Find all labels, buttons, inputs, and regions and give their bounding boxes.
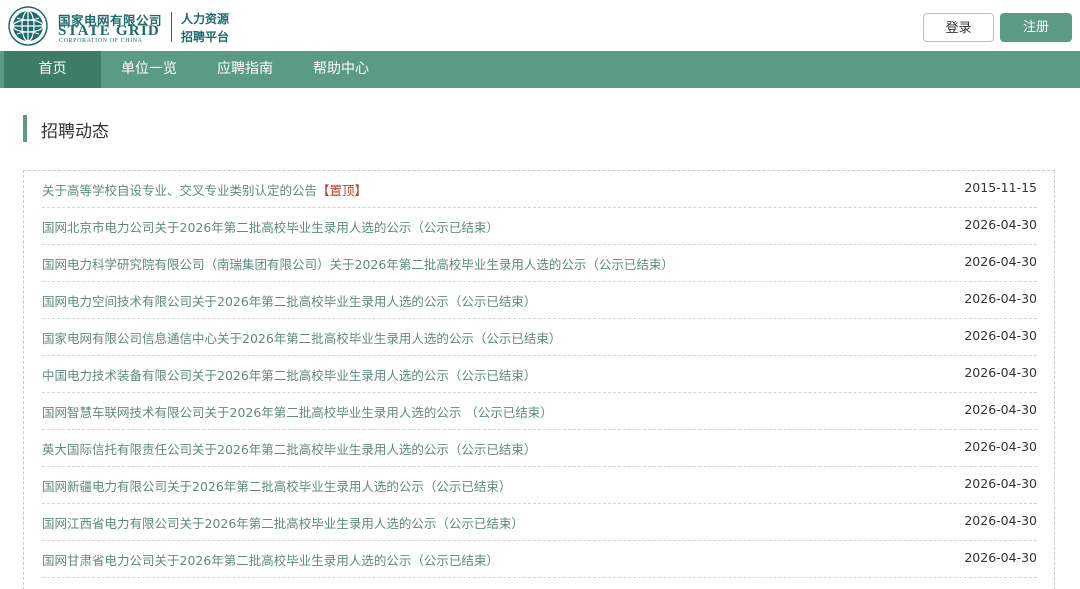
news-date: 2026-04-30: [964, 365, 1037, 380]
news-row: 中国电力技术装备有限公司关于2026年第二批高校毕业生录用人选的公示（公示已结束…: [42, 356, 1037, 393]
news-title-link[interactable]: 中国电力技术装备有限公司关于2026年第二批高校毕业生录用人选的公示（公示已结束…: [42, 365, 536, 384]
news-title-link[interactable]: 国家电网有限公司信息通信中心关于2026年第二批高校毕业生录用人选的公示（公示已…: [42, 328, 561, 347]
nav-item-home[interactable]: 首页: [4, 51, 101, 88]
news-row: 国网甘肃省电力公司关于2026年第二批高校毕业生录用人选的公示（公示已结束） 2…: [42, 541, 1037, 578]
news-date: 2026-04-30: [964, 513, 1037, 528]
platform-name-line1: 人力资源: [181, 12, 230, 26]
news-date: 2026-04-30: [964, 328, 1037, 343]
main-nav: 首页 单位一览 应聘指南 帮助中心: [0, 51, 1080, 88]
news-row: 关于高等学校自设专业、交叉专业类别认定的公告【置顶】 2015-11-15: [42, 171, 1037, 208]
news-row: 国网电力空间技术有限公司关于2026年第二批高校毕业生录用人选的公示（公示已结束…: [42, 282, 1037, 319]
news-date: 2026-04-30: [964, 402, 1037, 417]
news-list: 关于高等学校自设专业、交叉专业类别认定的公告【置顶】 2015-11-15 国网…: [23, 170, 1055, 589]
news-date: 2026-04-30: [964, 476, 1037, 491]
news-row: 国网智慧车联网技术有限公司关于2026年第二批高校毕业生录用人选的公示 （公示已…: [42, 393, 1037, 430]
news-row: 国网北京市电力公司关于2026年第二批高校毕业生录用人选的公示（公示已结束） 2…: [42, 208, 1037, 245]
register-button[interactable]: 注册: [1000, 13, 1072, 42]
news-date: 2026-04-30: [964, 439, 1037, 454]
news-row: 国家电网有限公司信息通信中心关于2026年第二批高校毕业生录用人选的公示（公示已…: [42, 319, 1037, 356]
news-row: 英大国际信托有限责任公司关于2026年第二批高校毕业生录用人选的公示（公示已结束…: [42, 430, 1037, 467]
news-date: 2026-04-30: [964, 217, 1037, 232]
nav-item-units[interactable]: 单位一览: [101, 51, 197, 88]
brand-divider: [171, 12, 172, 42]
news-title-link[interactable]: 国网电力科学研究院有限公司（南瑞集团有限公司）关于2026年第二批高校毕业生录用…: [42, 254, 674, 273]
news-title-link[interactable]: 国网北京市电力公司关于2026年第二批高校毕业生录用人选的公示（公示已结束）: [42, 217, 499, 236]
news-title-text: 关于高等学校自设专业、交叉专业类别认定的公告: [42, 183, 318, 198]
news-row: 国网江西省电力有限公司关于2026年第二批高校毕业生录用人选的公示（公示已结束）…: [42, 504, 1037, 541]
news-title-link[interactable]: 关于高等学校自设专业、交叉专业类别认定的公告【置顶】: [42, 180, 367, 199]
section-accent-bar: [23, 115, 27, 142]
company-name-en-sub: CORPORATION OF CHINA: [59, 38, 143, 44]
news-title-link[interactable]: 国网智慧车联网技术有限公司关于2026年第二批高校毕业生录用人选的公示 （公示已…: [42, 402, 553, 421]
news-row: 国网电力科学研究院有限公司（南瑞集团有限公司）关于2026年第二批高校毕业生录用…: [42, 245, 1037, 282]
pinned-tag: 【置顶】: [317, 183, 368, 198]
news-date: 2026-04-30: [964, 291, 1037, 306]
login-button[interactable]: 登录: [923, 13, 994, 42]
news-title-link[interactable]: 国网甘肃省电力公司关于2026年第二批高校毕业生录用人选的公示（公示已结束）: [42, 550, 499, 569]
news-date: 2015-11-15: [964, 180, 1037, 195]
state-grid-logo-icon: [8, 6, 48, 46]
platform-name-line2: 招聘平台: [181, 30, 230, 44]
news-title-link[interactable]: 国网新疆电力有限公司关于2026年第二批高校毕业生录用人选的公示（公示已结束）: [42, 476, 511, 495]
nav-item-help[interactable]: 帮助中心: [293, 51, 389, 88]
news-row: 国网新疆电力有限公司关于2026年第二批高校毕业生录用人选的公示（公示已结束） …: [42, 467, 1037, 504]
news-date: 2026-04-30: [964, 254, 1037, 269]
news-title-link[interactable]: 国网江西省电力有限公司关于2026年第二批高校毕业生录用人选的公示（公示已结束）: [42, 513, 524, 532]
page: 国家电网有限公司 STATE GRID CORPORATION OF CHINA…: [0, 0, 1080, 589]
header: 国家电网有限公司 STATE GRID CORPORATION OF CHINA…: [0, 0, 1080, 51]
nav-item-guide[interactable]: 应聘指南: [197, 51, 293, 88]
news-title-link[interactable]: 国网电力空间技术有限公司关于2026年第二批高校毕业生录用人选的公示（公示已结束…: [42, 291, 536, 310]
news-date: 2026-04-30: [964, 550, 1037, 565]
section-title: 招聘动态: [41, 122, 109, 142]
news-title-link[interactable]: 英大国际信托有限责任公司关于2026年第二批高校毕业生录用人选的公示（公示已结束…: [42, 439, 536, 458]
